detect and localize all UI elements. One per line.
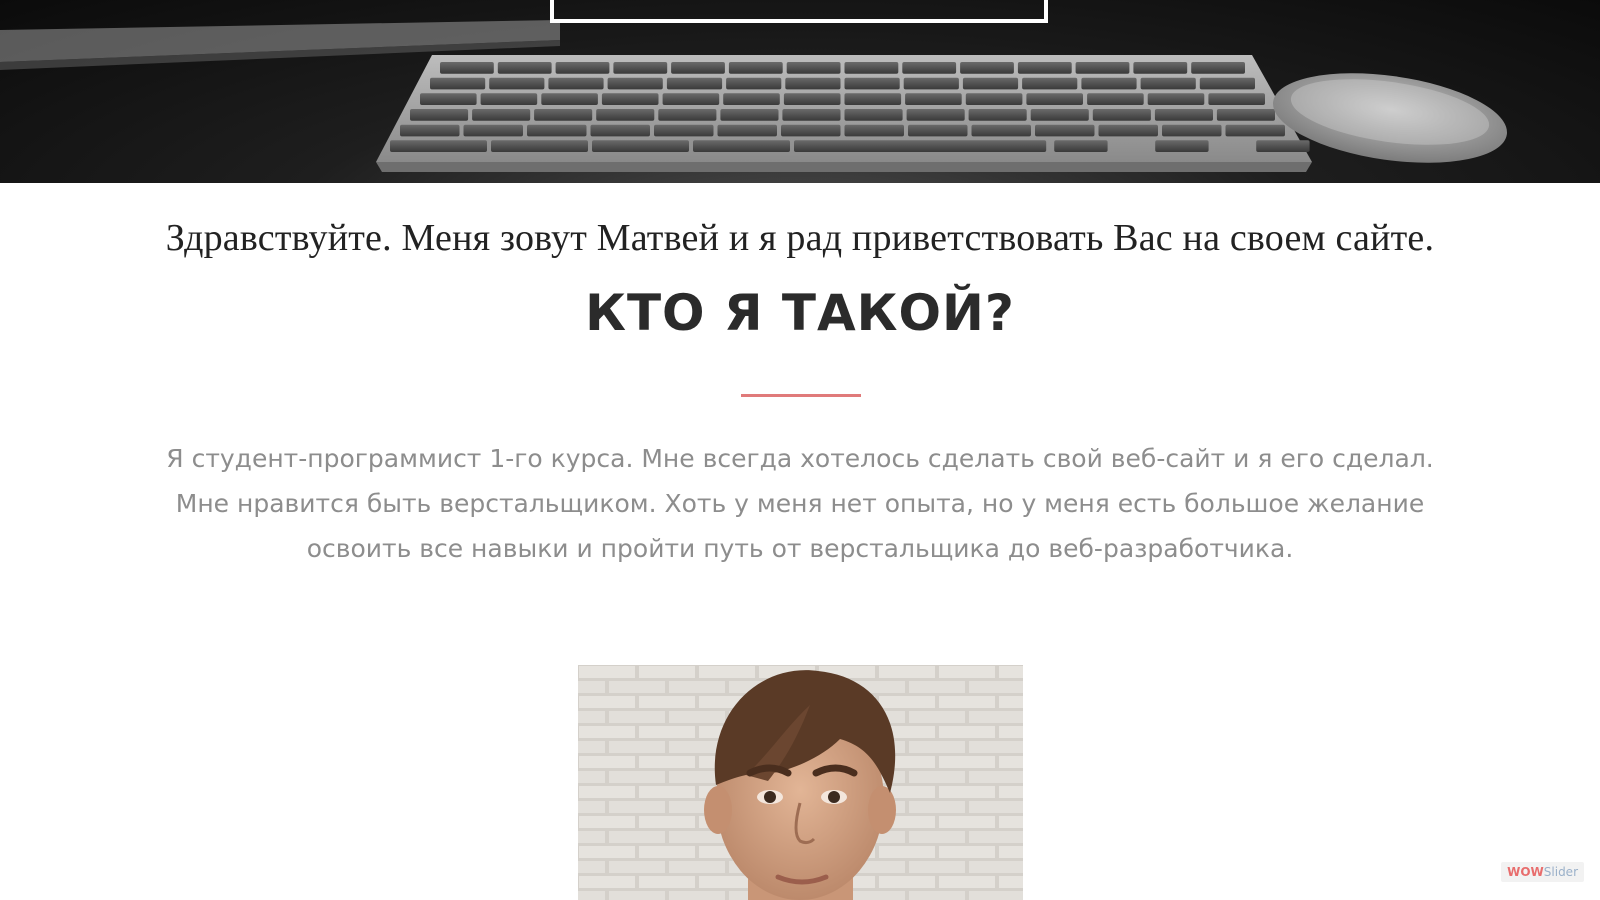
page: Здравствуйте. Меня зовут Матвей и я рад … [0,0,1600,900]
about-line: Мне нравится быть верстальщиком. Хоть у … [175,489,1425,518]
keyboard-key [671,62,725,74]
greeting-text: Здравствуйте. Меня зовут Матвей и я рад … [165,217,1435,259]
keyboard-key [463,124,523,137]
slider-badge[interactable]: WOWSlider [1501,862,1584,882]
keyboard-key [527,124,587,137]
about-text: Я студент-программист 1-го курса. Мне вс… [90,436,1510,571]
keyboard-key [1225,124,1285,137]
keyboard-key [607,77,663,90]
keyboard-key [1081,77,1137,90]
about-line: Я студент-программист 1-го курса. Мне вс… [166,444,1434,473]
keyboard-key [666,77,723,90]
keyboard-key [658,109,717,121]
keyboard-key [596,109,655,121]
keyboard-key [1026,93,1083,105]
keyboard-key [1199,77,1255,90]
keyboard-key [1030,109,1089,121]
keyboard-key [534,109,593,121]
keyboard-key [491,140,588,152]
keyboard-key [592,140,689,152]
keyboard-illustration [0,20,1507,172]
keyboard-key [1140,77,1196,90]
keyboard-key [971,124,1031,137]
keyboard-key [844,77,900,90]
keyboard-key [902,62,957,74]
section-divider [741,394,861,397]
keyboard-key [723,93,780,105]
keyboard-key [613,62,668,74]
keyboard-key [1256,140,1310,152]
hero-keyboard-image [0,0,1600,183]
keyboard-key [1054,140,1108,152]
keyboard-key [960,62,1014,74]
keyboard-key [590,124,650,137]
keyboard-key [480,93,538,105]
badge-slider: Slider [1543,865,1578,879]
keyboard-key [844,109,903,121]
keyboard-key [726,77,782,90]
keyboard-key [1162,124,1222,137]
keyboard-key [497,62,552,74]
keyboard-key [1017,62,1072,74]
keyboard-key [783,93,841,105]
keyboard-key [782,109,841,121]
keyboard-key [420,93,477,105]
keyboard-key [844,62,899,74]
keyboard-key [728,62,783,74]
keyboard-key [965,93,1023,105]
keyboard-key [720,109,779,121]
keyboard-key [1087,93,1144,105]
keyboard-key [1098,124,1158,137]
keyboard-key [1147,93,1205,105]
hero-title-frame [550,0,1048,23]
keyboard-key [1154,109,1213,121]
keyboard-key [489,77,545,90]
keyboard-key [908,124,968,137]
keyboard-key [962,77,1019,90]
keyboard-key [662,93,720,105]
keyboard-key [548,77,604,90]
keyboard-key [1075,62,1130,74]
keyboard-key [903,77,959,90]
keyboard-key [410,109,469,121]
keyboard-key [844,93,902,105]
keyboard-key [541,93,598,105]
keyboard-key [968,109,1027,121]
keyboard-key [905,93,962,105]
keyboard-key [717,124,777,137]
section-title: КТО Я ТАКОЙ? [585,284,1015,342]
keyboard-key [781,124,841,137]
keyboard-key [1092,109,1151,121]
keyboard-key [693,140,790,152]
keyboard-key [1022,77,1078,90]
keyboard-key [601,93,659,105]
keyboard-key [440,62,494,74]
keyboard-key [472,109,531,121]
keyboard-key [555,62,610,74]
keyboard-key [1133,62,1188,74]
keyboard-key [654,124,714,137]
portrait-photo [578,665,1023,900]
keyboard-key [786,62,841,74]
about-line: освоить все навыки и пройти путь от верс… [306,534,1294,563]
keyboard-key [430,77,486,90]
keyboard-key [1208,93,1265,105]
keyboard-key [785,77,841,90]
keyboard-key [1155,140,1209,152]
keyboard-key [1191,62,1245,74]
badge-wow: WOW [1507,865,1544,879]
keyboard-key [844,124,904,137]
keyboard-key [906,109,965,121]
keyboard-key [400,124,460,137]
keyboard-key [390,140,487,152]
keyboard-key [794,140,1047,152]
keyboard-key [1035,124,1095,137]
portrait-illustration [578,665,1023,900]
keyboard-key [1216,109,1275,121]
